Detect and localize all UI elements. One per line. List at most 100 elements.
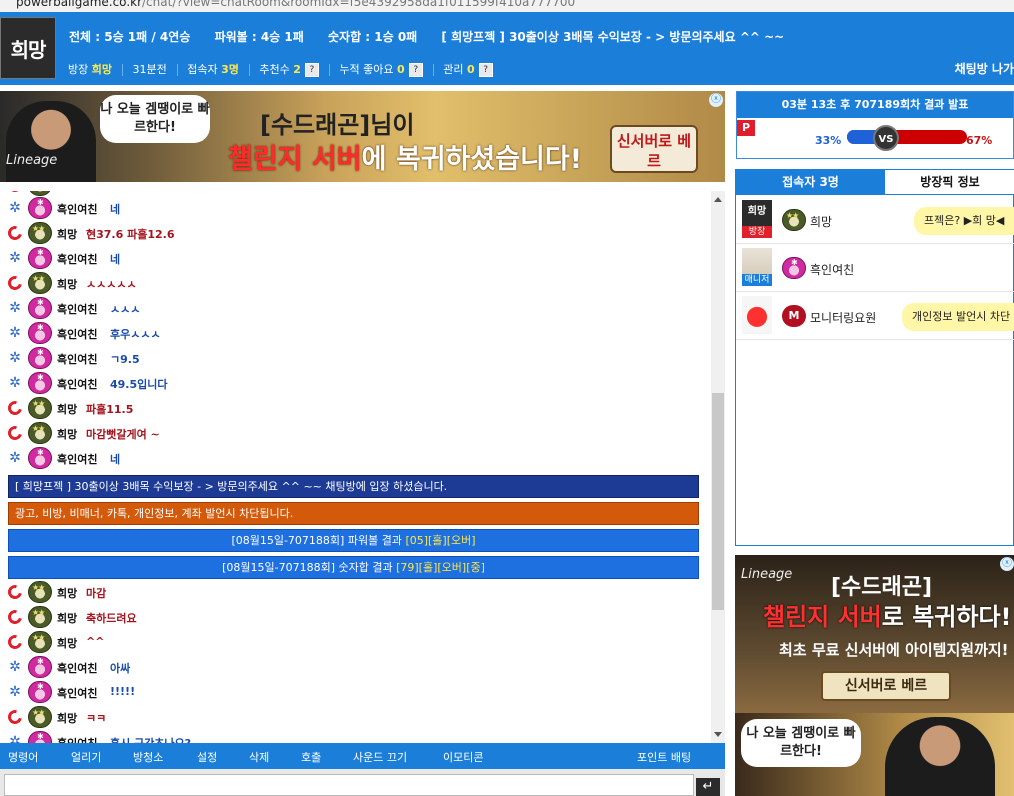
avatar [28, 681, 52, 703]
ad-side-cta[interactable]: 신서버로 베르 [821, 671, 951, 701]
user-row[interactable]: M 모니터링요원 개인정보 발언시 차단 [736, 292, 1014, 340]
avatar [28, 247, 52, 269]
tab-emoticon[interactable]: 이모티콘 [443, 749, 483, 765]
likes-value: 0 [397, 63, 405, 76]
avatar [28, 706, 52, 728]
message-author[interactable]: 흑인여친 [57, 351, 97, 367]
user-role-badge: 매니저 [742, 274, 772, 286]
room-info: 방장 희망 31분전 접속자 3명 추천수 2? 누적 좋아요 0? 관리 0? [68, 61, 497, 77]
banner-ad-side[interactable]: Lineage [수드래곤] 챌린지 서버로 복귀하다! 최초 무료 신서버에 … [735, 555, 1014, 796]
message-text: 축하드려요 [86, 612, 137, 625]
tab-freeze[interactable]: 얼리기 [71, 749, 101, 765]
user-name[interactable]: 희망 [810, 213, 832, 230]
avatar [28, 631, 52, 653]
level-icon: ✲ [9, 200, 21, 216]
chat-scrollbar[interactable] [711, 191, 725, 743]
message-author[interactable]: 흑인여친 [57, 685, 97, 701]
message-text: 혹시 구간초나오? [110, 735, 191, 743]
url-host: powerballgame.co.kr [16, 0, 143, 9]
chat-input[interactable] [4, 774, 694, 796]
likes-help-icon[interactable]: ? [408, 63, 423, 77]
message-author[interactable]: 희망 [57, 585, 77, 601]
avatar [28, 372, 52, 394]
avatar [28, 397, 52, 419]
result-countdown: 03분 13초 후 707189회차 결과 발표 [737, 92, 1013, 118]
user-name[interactable]: 흑인여친 [810, 261, 854, 278]
ad-highlight: 챌린지 서버 [228, 144, 362, 175]
manage-help-icon[interactable]: ? [478, 63, 493, 77]
stat-total: 전체 : 5승 1패 / 4연승 [69, 30, 191, 44]
message-author[interactable]: 희망 [57, 426, 77, 442]
message-author[interactable]: 희망 [57, 226, 77, 242]
chat-log: ✲흑인여친네희망현37.6 파홀12.6✲흑인여친네희망ㅅㅅㅅㅅㅅ✲흑인여친ㅅㅅ… [0, 191, 712, 743]
message-author[interactable]: 희망 [57, 610, 77, 626]
message-author[interactable]: 흑인여친 [57, 326, 97, 342]
message-author[interactable]: 흑인여친 [57, 301, 97, 317]
url-bar[interactable]: powerballgame.co.kr/chat/?view=chatRoom&… [0, 0, 1014, 12]
message-author[interactable]: 희망 [57, 401, 77, 417]
tab-owner-pick[interactable]: 방장픽 정보 [885, 170, 1014, 195]
scroll-down-icon[interactable] [714, 732, 722, 737]
avatar [28, 731, 52, 743]
user-avatar: M [782, 305, 806, 327]
message-author[interactable]: 흑인여친 [57, 201, 97, 217]
message-author[interactable]: 흑인여친 [57, 251, 97, 267]
tab-sound-off[interactable]: 사운드 끄기 [353, 749, 407, 765]
recommend-help-icon[interactable]: ? [304, 63, 319, 77]
banner-ad-top[interactable]: 나 오늘 겜땡이로 빠르한다! Lineage [수드래곤]님이 챌린지 서버에… [0, 91, 725, 182]
message-text: ^^ [86, 635, 105, 648]
message-author[interactable]: 희망 [57, 276, 77, 292]
tab-visitors[interactable]: 접속자 3명 [736, 170, 885, 195]
level-icon: ✲ [9, 450, 21, 466]
user-name[interactable]: 모니터링요원 [810, 309, 876, 326]
avatar [28, 656, 52, 678]
avatar [28, 222, 52, 244]
avatar [28, 347, 52, 369]
tab-settings[interactable]: 설정 [197, 749, 217, 765]
ad-side-subheadline: 챌린지 서버로 복귀하다! [763, 597, 1011, 632]
level-icon: ✲ [9, 325, 21, 341]
ad-cta-badge[interactable]: 신서버로 베르 [610, 125, 698, 173]
send-icon[interactable]: ↵ [696, 778, 720, 796]
message-author[interactable]: 흑인여친 [57, 451, 97, 467]
tab-delete[interactable]: 삭제 [249, 749, 269, 765]
message-text: 네 [110, 453, 121, 466]
message-author[interactable]: 흑인여친 [57, 376, 97, 392]
message-author[interactable]: 흑인여친 [57, 735, 97, 743]
avatar [28, 447, 52, 469]
exit-room-button[interactable]: 채팅방 나가 [955, 60, 1014, 77]
powerball-badge: P [737, 120, 755, 136]
result-label: [08월15일-707188회] 숫자합 결과 [222, 561, 397, 574]
scroll-up-icon[interactable] [714, 197, 722, 202]
owner-label: 방장 [68, 63, 89, 76]
level-icon [5, 423, 25, 443]
level-icon [5, 273, 25, 293]
message-text: ㄱ9.5 [110, 353, 140, 366]
user-row[interactable]: 매니저 흑인여친 [736, 244, 1014, 292]
user-status-tip: 프젝은? ▶희 망◀ [914, 207, 1014, 235]
visitors-value: 3명 [221, 63, 239, 76]
tab-clean[interactable]: 방청소 [133, 749, 163, 765]
message-author[interactable]: 희망 [57, 635, 77, 651]
tab-call[interactable]: 호출 [301, 749, 321, 765]
system-notice: [08월15일-707188회] 숫자합 결과 [79][홀][오버][중] [8, 556, 699, 579]
tab-point-bet[interactable]: 포인트 배팅 [637, 749, 691, 765]
scroll-thumb[interactable] [712, 393, 724, 610]
user-row[interactable]: 희망방장희망프젝은? ▶희 망◀ [736, 196, 1014, 244]
avatar [28, 272, 52, 294]
ad-close-icon[interactable]: ⓧ [709, 93, 723, 107]
chat-message: ✲ 흑인여친 아싸 [0, 655, 700, 679]
avatar [28, 606, 52, 628]
chat-message: 희망 파홀11.5 [0, 396, 700, 420]
chat-input-area: ↵ [0, 769, 725, 796]
level-icon: ✲ [9, 300, 21, 316]
ad-side-tagline: 최초 무료 신서버에 아이템지원까지! [779, 641, 1009, 659]
tab-commands[interactable]: 명령어 [8, 749, 38, 765]
message-author[interactable]: 희망 [57, 710, 77, 726]
ad-side-subheadline-rest: 로 복귀하다! [881, 603, 1012, 631]
avatar [28, 422, 52, 444]
elapsed-time: 31분전 [132, 63, 167, 76]
ad-side-close-icon[interactable]: ⓧ [1000, 557, 1014, 571]
chat-message: ✲ 흑인여친 49.5입니다 [0, 371, 700, 395]
message-author[interactable]: 흑인여친 [57, 660, 97, 676]
